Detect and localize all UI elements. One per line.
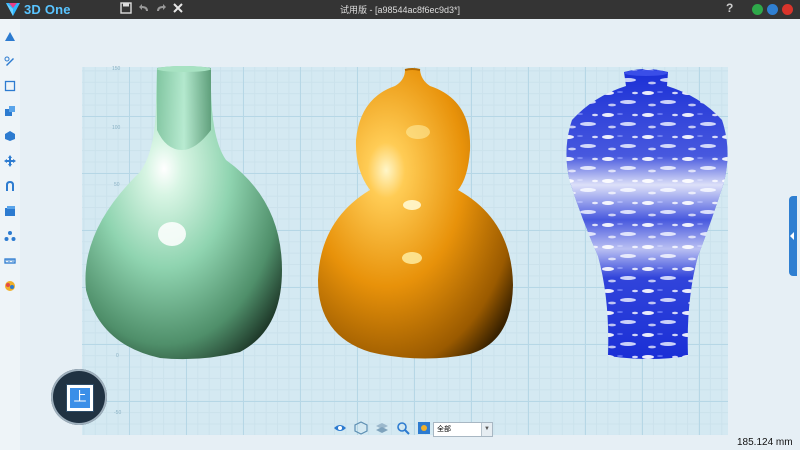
filter-select[interactable]: 全部 ▼ xyxy=(433,422,493,437)
view-box-icon[interactable] xyxy=(354,421,368,435)
view-cube-top-face[interactable]: 上 xyxy=(70,388,90,408)
zoom-icon[interactable] xyxy=(396,421,410,435)
gourd-vase-model[interactable] xyxy=(318,68,513,359)
view-cube[interactable]: 上 xyxy=(51,369,107,425)
blue-white-vase-model[interactable] xyxy=(566,69,728,359)
models-layer xyxy=(85,66,728,360)
view-cube-frame: 上 xyxy=(66,384,94,412)
right-panel-toggle[interactable] xyxy=(789,196,797,276)
filter-icon[interactable] xyxy=(417,421,431,435)
eye-icon[interactable] xyxy=(333,421,347,435)
filter-select-value: 全部 xyxy=(437,426,451,433)
status-measurement: 185.124 mm xyxy=(737,437,793,448)
layers-icon[interactable] xyxy=(375,421,389,435)
chevron-down-icon[interactable]: ▼ xyxy=(481,423,492,436)
celadon-vase-model[interactable] xyxy=(85,66,282,360)
